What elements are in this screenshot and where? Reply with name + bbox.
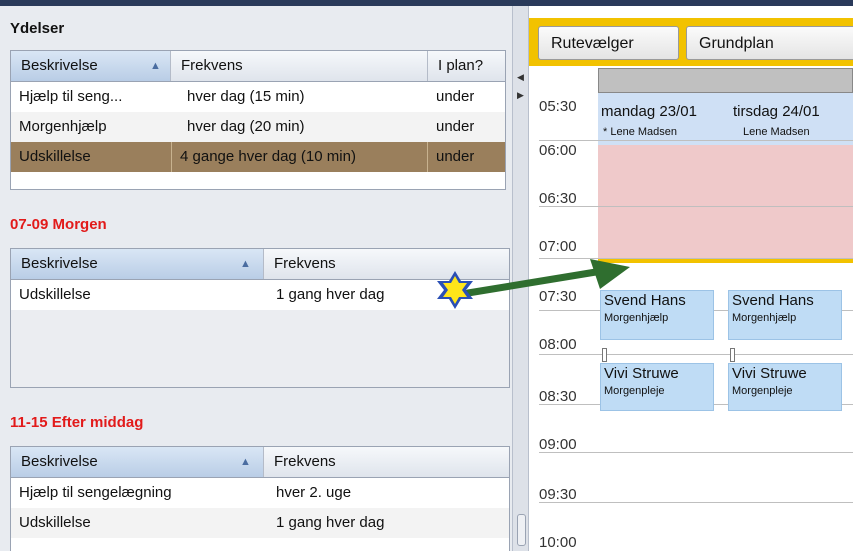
cell-frekvens: 4 gange hver dag (10 min) [171,142,428,172]
table-row[interactable]: Hjælp til seng... hver dag (15 min) unde… [11,82,505,112]
cell-frekvens: hver dag (20 min) [187,118,305,135]
time-label: 05:30 [539,98,577,115]
appointment-service: Morgenhjælp [732,312,797,324]
appointment-service: Morgenpleje [604,385,665,397]
column-header-beskrivelse[interactable]: Beskrivelse ▲ [11,249,264,279]
drag-arrow-head [590,259,630,289]
appointment-client: Svend Hans [732,292,814,309]
calendar-day-header: mandag 23/01 tirsdag 24/01 * Lene Madsen… [598,93,853,145]
time-label: 09:30 [539,486,577,503]
grundplan-button[interactable]: Grundplan [686,26,853,60]
eftermiddag-table: Beskrivelse ▲ Frekvens Hjælp til sengelæ… [10,446,510,551]
column-header-beskrivelse[interactable]: Beskrivelse ▲ [11,51,171,81]
column-header-beskrivelse[interactable]: Beskrivelse ▲ [11,447,264,477]
cell-beskrivelse: Morgenhjælp [19,118,107,135]
column-label: Frekvens [181,57,243,74]
gridline [539,502,853,503]
column-label: Beskrivelse [21,57,98,74]
cell-frekvens: hver 2. uge [276,484,352,501]
column-label: Beskrivelse [21,255,98,272]
column-label: Beskrivelse [21,453,98,470]
sort-ascending-icon: ▲ [150,60,161,72]
cell-beskrivelse: Hjælp til sengelægning [19,484,172,501]
appointment-block[interactable]: Vivi Struwe Morgenpleje [728,363,842,411]
calendar-allday-bar [598,68,853,93]
day-person: * Lene Madsen [603,126,677,138]
gridline [539,354,853,355]
table-row[interactable]: Morgenhjælp hver dag (20 min) under [11,112,505,142]
table-header: Beskrivelse ▲ Frekvens [11,447,509,478]
cell-beskrivelse: Udskillelse [19,286,91,303]
morgen-section-title: 07-09 Morgen [10,216,107,233]
cell-beskrivelse: Udskillelse [19,514,91,531]
gridline [539,140,853,141]
day-person: Lene Madsen [743,126,810,138]
cell-frekvens: hver dag (15 min) [187,88,305,105]
time-label: 08:30 [539,388,577,405]
table-row[interactable]: Udskillelse 1 gang hver dag [11,508,509,538]
ydelser-title: Ydelser [10,20,65,37]
time-label: 06:00 [539,142,577,159]
cell-i-plan: under [436,88,475,105]
table-row-selected[interactable]: Udskillelse 4 gange hver dag (10 min) un… [11,142,505,172]
calendar-toolbar: Rutevælger Grundplan [529,18,853,66]
table-empty-area [11,310,509,387]
time-label: 10:00 [539,534,577,551]
cell-beskrivelse: Udskillelse [19,148,91,165]
ydelser-table: Beskrivelse ▲ Frekvens I plan? Hjælp til… [10,50,506,190]
time-label: 09:00 [539,436,577,453]
cell-i-plan: under [436,148,475,165]
divider-grip[interactable] [517,514,526,546]
time-label: 07:00 [539,238,577,255]
table-header: Beskrivelse ▲ Frekvens I plan? [11,51,505,82]
drag-arrow-overlay [437,259,630,309]
appointment-client: Vivi Struwe [732,365,807,382]
column-label: Frekvens [274,255,336,272]
day-label[interactable]: mandag 23/01 [601,103,697,120]
cell-beskrivelse: Hjælp til seng... [19,88,123,105]
day-label[interactable]: tirsdag 24/01 [733,103,820,120]
gridline [539,206,853,207]
column-header-frekvens[interactable]: Frekvens [264,447,511,477]
appointment-block[interactable]: Vivi Struwe Morgenpleje [600,363,714,411]
time-label: 08:00 [539,336,577,353]
cell-frekvens: 1 gang hver dag [276,286,385,303]
resize-handle[interactable] [730,348,735,362]
rutevaelger-button[interactable]: Rutevælger [538,26,679,60]
expand-right-arrow-icon[interactable]: ▶ [517,90,524,101]
appointment-client: Vivi Struwe [604,365,679,382]
column-header-i-plan[interactable]: I plan? [428,51,507,81]
resize-handle[interactable] [602,348,607,362]
sort-ascending-icon: ▲ [240,456,251,468]
eftermiddag-section-title: 11-15 Efter middag [10,414,144,431]
sort-ascending-icon: ▲ [240,258,251,270]
column-label: Frekvens [274,453,336,470]
column-header-frekvens[interactable]: Frekvens [171,51,428,81]
blocked-time-area [598,145,853,259]
cell-frekvens: 1 gang hver dag [276,514,385,531]
appointment-block[interactable]: Svend Hans Morgenhjælp [728,290,842,340]
appointment-service: Morgenpleje [732,385,793,397]
time-label: 06:30 [539,190,577,207]
column-label: I plan? [438,57,484,74]
collapse-left-arrow-icon[interactable]: ◀ [517,72,524,83]
table-row[interactable]: Hjælp til sengelægning hver 2. uge [11,478,509,508]
drag-arrow-line [464,267,606,297]
cell-i-plan: under [436,118,475,135]
gridline [539,452,853,453]
